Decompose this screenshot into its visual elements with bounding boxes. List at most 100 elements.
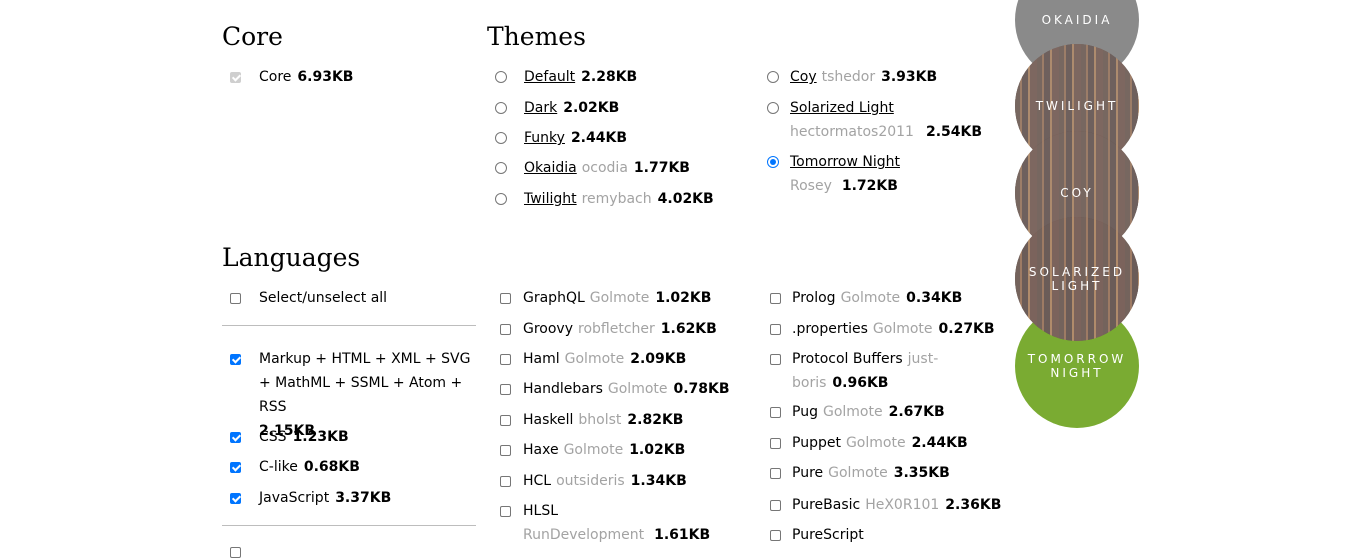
theme-circle-label: OKAIDIA xyxy=(1041,13,1113,27)
theme-circle-label: SOLARIZED LIGHT xyxy=(1028,265,1126,293)
theme-link[interactable]: Funky xyxy=(524,130,565,146)
option-size: 1.62KB xyxy=(660,321,717,337)
option-size: 0.27KB xyxy=(938,321,995,337)
theme-circle-label: TOMORROW NIGHT xyxy=(1027,352,1127,380)
option-name: Haskell xyxy=(523,412,574,428)
theme-link[interactable]: Dark xyxy=(524,100,557,116)
theme-radio[interactable] xyxy=(495,162,507,174)
option-size: 4.02KB xyxy=(657,191,714,207)
theme-radio[interactable] xyxy=(495,71,507,83)
language-checkbox[interactable] xyxy=(500,506,511,517)
theme-circle-label: COY xyxy=(1060,186,1094,200)
option-size: 2.09KB xyxy=(630,351,687,367)
core-heading: Core xyxy=(222,22,283,51)
option-size: 0.96KB xyxy=(832,375,889,391)
option-size: 1.23KB xyxy=(292,429,349,445)
theme-link[interactable]: Default xyxy=(524,69,575,85)
theme-circle-solarized-light[interactable]: SOLARIZED LIGHT xyxy=(1015,217,1139,341)
option-size: 3.37KB xyxy=(335,490,392,506)
divider xyxy=(222,525,476,526)
option-name: PureScript xyxy=(792,527,864,543)
option-owner: robfletcher xyxy=(578,321,655,337)
option-name: Prolog xyxy=(792,290,836,306)
option-owner: Golmote xyxy=(845,435,906,451)
option-size: 1.61KB xyxy=(654,527,711,543)
option-owner: remybach xyxy=(581,191,652,207)
theme-radio[interactable] xyxy=(495,132,507,144)
language-checkbox[interactable] xyxy=(230,493,241,504)
language-checkbox[interactable] xyxy=(500,476,511,487)
theme-circle-label: TWILIGHT xyxy=(1035,99,1119,113)
language-checkbox[interactable] xyxy=(500,445,511,456)
option-name: JavaScript xyxy=(259,490,330,506)
theme-radio-selected[interactable] xyxy=(767,156,779,168)
language-checkbox[interactable] xyxy=(770,438,781,449)
option-size: 2.82KB xyxy=(627,412,684,428)
option-name: Protocol Buffers xyxy=(792,351,903,367)
option-owner: hectormatos2011 xyxy=(790,124,914,140)
theme-radio[interactable] xyxy=(767,71,779,83)
language-checkbox[interactable] xyxy=(770,500,781,511)
languages-heading: Languages xyxy=(222,243,361,272)
theme-radio[interactable] xyxy=(767,102,779,114)
option-owner: tshedor xyxy=(821,69,876,85)
select-all-label: Select/unselect all xyxy=(259,290,388,306)
option-name: Haxe xyxy=(523,442,559,458)
option-size: 3.35KB xyxy=(893,465,950,481)
language-checkbox[interactable] xyxy=(500,354,511,365)
option-name: HCL xyxy=(523,473,552,489)
option-owner: Golmote xyxy=(822,404,883,420)
option-owner: Golmote xyxy=(828,465,888,481)
option-size: 1.02KB xyxy=(655,290,712,306)
language-checkbox[interactable] xyxy=(230,547,241,558)
language-checkbox[interactable] xyxy=(500,415,511,426)
option-name: Pure xyxy=(792,465,824,481)
option-owner: RunDevelopment xyxy=(523,527,645,543)
theme-link[interactable]: Twilight xyxy=(524,191,577,207)
option-name: Pug xyxy=(792,404,818,420)
option-name: Puppet xyxy=(792,435,841,451)
theme-link[interactable]: Tomorrow Night xyxy=(790,154,900,170)
language-checkbox[interactable] xyxy=(770,324,781,335)
option-size: 2.44KB xyxy=(911,435,968,451)
option-size: 1.02KB xyxy=(629,442,686,458)
option-name: Core xyxy=(259,69,292,85)
language-checkbox[interactable] xyxy=(770,407,781,418)
language-checkbox[interactable] xyxy=(770,468,781,479)
theme-radio[interactable] xyxy=(495,193,507,205)
language-checkbox[interactable] xyxy=(770,293,781,304)
theme-link[interactable]: Okaidia xyxy=(524,160,577,176)
option-owner: Golmote xyxy=(840,290,901,306)
option-size: 1.77KB xyxy=(633,160,690,176)
option-owner: ocodia xyxy=(581,160,628,176)
option-owner: Golmote xyxy=(872,321,933,337)
theme-link[interactable]: Coy xyxy=(790,69,817,85)
option-name: Groovy xyxy=(523,321,573,337)
language-checkbox[interactable] xyxy=(770,354,781,365)
option-size: 6.93KB xyxy=(297,69,354,85)
language-checkbox[interactable] xyxy=(770,530,781,541)
core-checkbox[interactable] xyxy=(230,72,241,83)
language-checkbox[interactable] xyxy=(230,354,241,365)
language-checkbox[interactable] xyxy=(230,462,241,473)
theme-link[interactable]: Solarized Light xyxy=(790,100,894,116)
language-checkbox[interactable] xyxy=(500,324,511,335)
option-owner: outsideris xyxy=(556,473,625,489)
theme-radio[interactable] xyxy=(495,102,507,114)
select-all-checkbox[interactable] xyxy=(230,293,241,304)
option-size: 1.72KB xyxy=(841,178,898,194)
option-name: Haml xyxy=(523,351,560,367)
option-name: GraphQL xyxy=(523,290,585,306)
option-size: 2.28KB xyxy=(581,69,638,85)
option-name: Markup + HTML + XML + SVG + MathML + SSM… xyxy=(259,351,471,415)
language-checkbox[interactable] xyxy=(230,432,241,443)
divider xyxy=(222,325,476,326)
option-owner: Rosey xyxy=(790,178,832,194)
themes-heading: Themes xyxy=(487,22,586,51)
language-checkbox[interactable] xyxy=(500,293,511,304)
option-size: 1.34KB xyxy=(630,473,687,489)
option-name: .properties xyxy=(792,321,868,337)
option-size: 2.54KB xyxy=(925,124,983,140)
language-checkbox[interactable] xyxy=(500,384,511,395)
option-size: 2.67KB xyxy=(888,404,945,420)
